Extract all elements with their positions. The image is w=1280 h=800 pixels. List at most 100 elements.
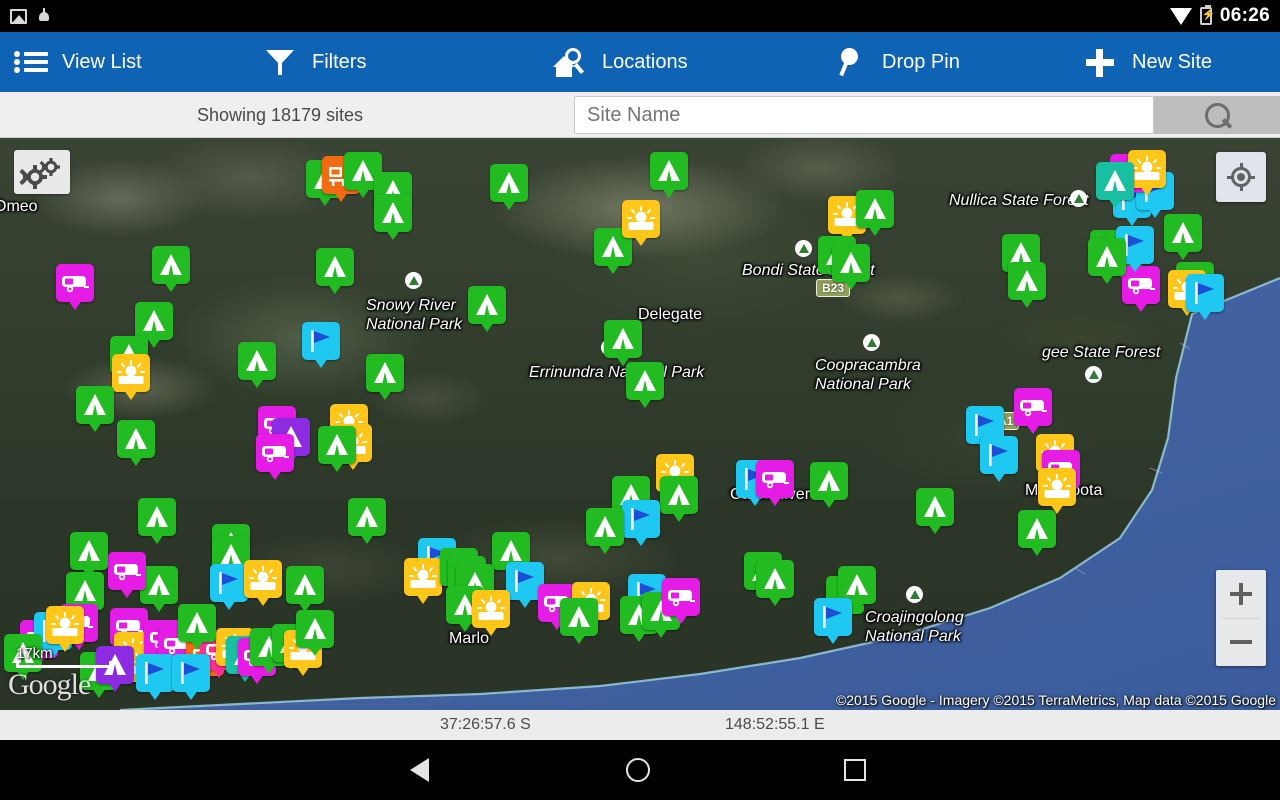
map-marker-sun[interactable] <box>244 560 282 606</box>
drop-pin-button[interactable]: Drop Pin <box>832 32 1082 92</box>
map-marker-tent[interactable] <box>626 362 664 408</box>
view-list-label: View List <box>62 50 142 73</box>
map-attribution: ©2015 Google - Imagery ©2015 TerraMetric… <box>835 692 1276 708</box>
coordinates-bar: 37:26:57.6 S 148:52:55.1 E <box>0 710 1280 740</box>
map-pin-icon <box>832 44 868 80</box>
map-marker-tent[interactable] <box>76 386 114 432</box>
map-marker-sun[interactable] <box>112 354 150 400</box>
map-marker-tent[interactable] <box>296 610 334 656</box>
view-list-button[interactable]: View List <box>12 32 262 92</box>
map-marker-caravan[interactable] <box>1014 388 1052 434</box>
map-marker-flag[interactable] <box>1186 274 1224 320</box>
zoom-in-button[interactable] <box>1216 570 1266 618</box>
map-marker-tent[interactable] <box>604 320 642 366</box>
new-site-label: New Site <box>1132 50 1213 73</box>
map-marker-tent[interactable] <box>832 244 870 290</box>
android-debug-icon <box>37 8 51 24</box>
map-marker-tent[interactable] <box>1018 510 1056 556</box>
map-marker-tent[interactable] <box>318 426 356 472</box>
map-marker-tent[interactable] <box>135 302 173 348</box>
map-marker-tent[interactable] <box>916 488 954 534</box>
status-bar-clock: 06:26 <box>1219 5 1270 26</box>
map-marker-tent[interactable] <box>1088 238 1126 284</box>
map-marker-caravan[interactable] <box>662 578 700 624</box>
locations-button[interactable]: Locations <box>552 32 832 92</box>
status-bar-notifications <box>10 0 51 32</box>
map-marker-tent[interactable] <box>650 152 688 198</box>
map-marker-tent[interactable] <box>316 248 354 294</box>
plus-icon <box>1082 44 1118 80</box>
map-marker-tent[interactable] <box>490 164 528 210</box>
park-tree-icon <box>405 272 422 289</box>
map-marker-tent[interactable] <box>468 286 506 332</box>
map-marker-caravan[interactable] <box>56 264 94 310</box>
locations-label: Locations <box>602 50 688 73</box>
zoom-out-button[interactable] <box>1216 618 1266 666</box>
map-label: Nullica State Forest <box>949 192 1089 209</box>
back-icon[interactable] <box>410 758 429 782</box>
map-marker-flag[interactable] <box>302 322 340 368</box>
map-marker-tent[interactable] <box>152 246 190 292</box>
wifi-icon <box>1169 7 1192 25</box>
map-marker-tent[interactable] <box>374 194 412 240</box>
map-scale-label: 17km <box>16 645 53 662</box>
funnel-icon <box>262 44 298 80</box>
map-marker-sun[interactable] <box>404 558 442 604</box>
map-marker-flag[interactable] <box>814 598 852 644</box>
map-marker-tent[interactable] <box>1096 162 1134 208</box>
map-marker-tent[interactable] <box>348 498 386 544</box>
home-icon[interactable] <box>626 758 650 782</box>
map-marker-caravan[interactable] <box>756 460 794 506</box>
photo-icon <box>10 8 27 24</box>
map-marker-sun[interactable] <box>472 590 510 636</box>
map-label: gee State Forest <box>1042 344 1161 361</box>
map-marker-tent[interactable] <box>560 598 598 644</box>
map-marker-tent[interactable] <box>1164 214 1202 260</box>
map-label: Delegate <box>638 306 703 323</box>
search-button[interactable] <box>1154 96 1280 134</box>
drop-pin-label: Drop Pin <box>882 50 960 73</box>
map-marker-sun[interactable] <box>1038 468 1076 514</box>
map-marker-flag[interactable] <box>622 500 660 546</box>
park-tree-icon <box>1070 190 1087 207</box>
my-location-button[interactable] <box>1216 152 1266 202</box>
map-marker-tent[interactable] <box>660 476 698 522</box>
map-marker-flag[interactable] <box>980 436 1018 482</box>
map-scale-bar <box>16 661 112 668</box>
map-marker-flag[interactable] <box>136 654 174 700</box>
android-navigation-bar <box>0 740 1280 800</box>
park-tree-icon <box>1085 366 1102 383</box>
recents-icon[interactable] <box>844 759 866 781</box>
map-marker-sun[interactable] <box>46 606 84 652</box>
map-marker-tent[interactable] <box>286 566 324 612</box>
site-name-input[interactable] <box>574 96 1154 134</box>
app-root: 06:26 View List Filters Locations <box>0 0 1280 800</box>
map-marker-tent[interactable] <box>756 560 794 606</box>
map-zoom-controls <box>1216 570 1266 666</box>
map-marker-tent[interactable] <box>238 342 276 388</box>
latitude-value: 37:26:57.6 S <box>440 716 531 733</box>
list-icon <box>12 44 48 80</box>
map-settings-button[interactable] <box>14 150 70 194</box>
map-marker-tent[interactable] <box>856 190 894 236</box>
map-marker-tent[interactable] <box>586 508 624 554</box>
map-marker-caravan[interactable] <box>256 434 294 480</box>
map-marker-tent[interactable] <box>1008 262 1046 308</box>
map-marker-tent[interactable] <box>366 354 404 400</box>
new-site-button[interactable]: New Site <box>1082 32 1272 92</box>
map-marker-caravan[interactable] <box>108 552 146 598</box>
map-marker-flag[interactable] <box>172 654 210 700</box>
map-canvas[interactable]: OmeoDelegateMarloCann RiverMallacootaSno… <box>0 138 1280 710</box>
map-marker-flag[interactable] <box>210 564 248 610</box>
map-marker-tent[interactable] <box>138 498 176 544</box>
status-bar-system: 06:26 <box>1169 0 1270 32</box>
map-marker-tent[interactable] <box>810 462 848 508</box>
map-marker-sun[interactable] <box>622 200 660 246</box>
filters-button[interactable]: Filters <box>262 32 552 92</box>
map-marker-tent[interactable] <box>70 532 108 578</box>
app-action-bar: View List Filters Locations Drop Pin New <box>0 32 1280 92</box>
map-marker-tent[interactable] <box>117 420 155 466</box>
park-tree-icon <box>863 334 880 351</box>
google-logo: Google <box>8 668 91 701</box>
map-marker-tent[interactable] <box>178 604 216 650</box>
